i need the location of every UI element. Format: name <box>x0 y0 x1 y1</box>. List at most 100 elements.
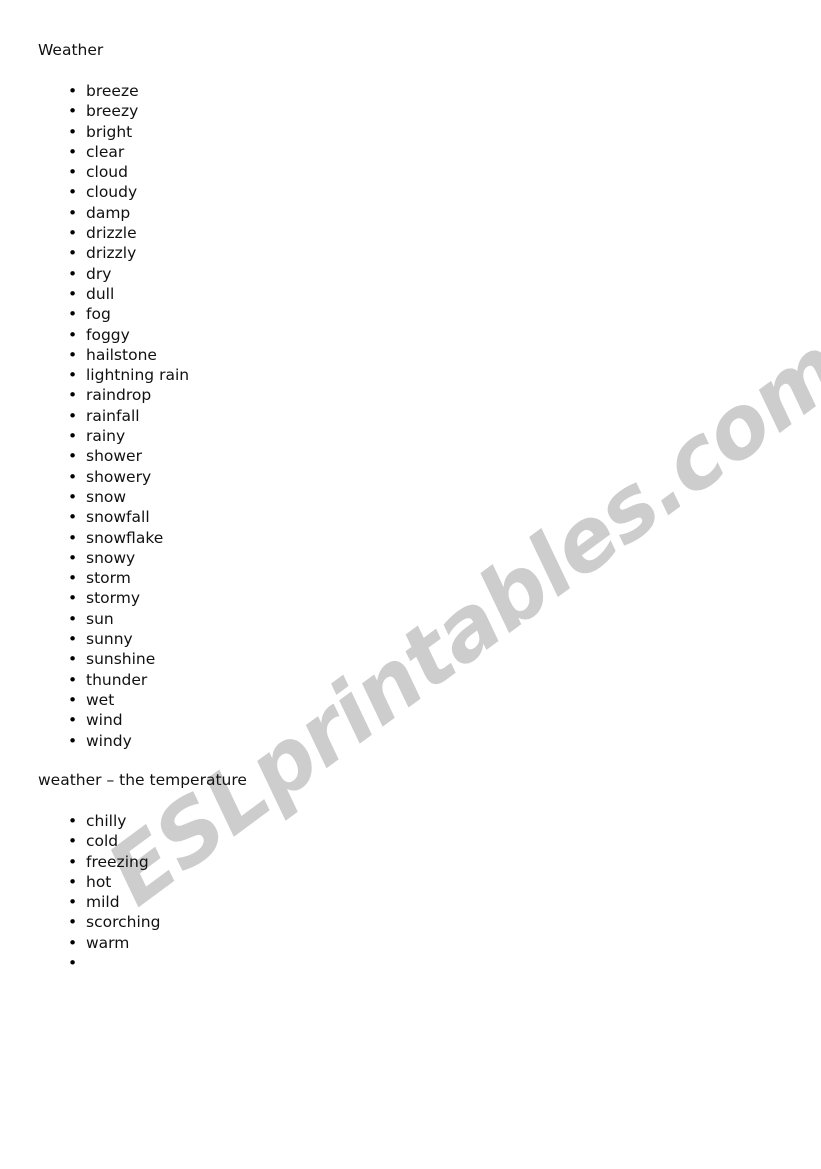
word-label: mild <box>86 893 120 912</box>
section-heading-temperature: weather – the temperature <box>38 771 247 789</box>
worksheet-page: ESLprintables.com Weather • breeze • breezy… <box>0 0 821 1169</box>
bullet-icon: • <box>68 366 78 385</box>
word-list-item: • breezy <box>0 101 189 121</box>
word-label: scorching <box>86 913 161 932</box>
bullet-icon: • <box>68 913 78 932</box>
word-label: drizzly <box>86 244 137 263</box>
word-list-item: • <box>0 953 160 973</box>
bullet-icon: • <box>68 508 78 527</box>
word-list-item: • foggy <box>0 325 189 345</box>
word-label: showery <box>86 467 152 486</box>
word-label: stormy <box>86 589 141 608</box>
word-label: breezy <box>86 102 139 121</box>
word-label: freezing <box>86 852 149 871</box>
word-list-item: • thunder <box>0 670 189 690</box>
word-list-temperature: • chilly • cold • freezing • hot • mild • scorching… <box>0 811 160 973</box>
word-label: shower <box>86 447 142 466</box>
word-list-item: • snowfall <box>0 507 189 527</box>
word-list-item: • drizzly <box>0 243 189 263</box>
bullet-icon: • <box>68 244 78 263</box>
bullet-icon: • <box>68 82 78 100</box>
word-label: snowy <box>86 548 136 567</box>
bullet-icon: • <box>68 224 78 243</box>
bullet-icon: • <box>68 345 78 364</box>
bullet-icon: • <box>68 264 78 283</box>
word-list-item: • cloudy <box>0 182 189 202</box>
word-label: hot <box>86 872 112 891</box>
bullet-icon: • <box>68 386 78 405</box>
word-label: dry <box>86 264 112 283</box>
bullet-icon: • <box>68 690 78 709</box>
word-label: damp <box>86 203 131 222</box>
bullet-icon: • <box>68 711 78 730</box>
bullet-icon: • <box>68 427 78 446</box>
word-list-item: • wet <box>0 690 189 710</box>
word-list-item: • lightning rain <box>0 365 189 385</box>
section-heading-weather: Weather <box>38 41 104 59</box>
bullet-icon: • <box>68 954 78 973</box>
bullet-icon: • <box>68 548 78 567</box>
word-list-item: • cloud <box>0 162 189 182</box>
bullet-icon: • <box>68 852 78 871</box>
word-list-item: • hot <box>0 872 160 892</box>
word-list-item: • clear <box>0 142 189 162</box>
word-label: storm <box>86 569 131 588</box>
word-label: breeze <box>86 82 139 100</box>
word-list-item: • storm <box>0 568 189 588</box>
word-list-item: • fog <box>0 304 189 324</box>
word-label: lightning rain <box>86 366 190 385</box>
bullet-icon: • <box>68 406 78 425</box>
word-list-item: • raindrop <box>0 385 189 405</box>
word-list-item: • bright <box>0 122 189 142</box>
word-list-item: • rainfall <box>0 406 189 426</box>
word-list-item: • wind <box>0 710 189 730</box>
word-label: drizzle <box>86 224 137 243</box>
bullet-icon: • <box>68 933 78 952</box>
word-label: windy <box>86 731 132 750</box>
word-list-item: • rainy <box>0 426 189 446</box>
eslprintables-watermark: ESLprintables.com <box>90 318 821 926</box>
bullet-icon: • <box>68 630 78 649</box>
bullet-icon: • <box>68 447 78 466</box>
word-label: cloud <box>86 163 128 182</box>
bullet-icon: • <box>68 102 78 121</box>
bullet-icon: • <box>68 183 78 202</box>
word-label: snowfall <box>86 508 150 527</box>
word-list-item: • snowflake <box>0 528 189 548</box>
word-label: thunder <box>86 670 148 689</box>
bullet-icon: • <box>68 203 78 222</box>
word-list-item: • warm <box>0 933 160 953</box>
word-list-item: • breeze <box>0 81 189 101</box>
word-list-weather: • breeze • breezy • bright • clear • cloud • cloudy… <box>0 81 189 751</box>
word-label: cold <box>86 832 119 851</box>
word-list-item: • damp <box>0 203 189 223</box>
word-label: foggy <box>86 325 130 344</box>
word-label: chilly <box>86 812 127 830</box>
word-list-item: • scorching <box>0 912 160 932</box>
word-list-item: • snowy <box>0 548 189 568</box>
bullet-icon: • <box>68 609 78 628</box>
word-label: sunshine <box>86 650 156 669</box>
word-label: rainy <box>86 427 126 446</box>
word-label: fog <box>86 305 111 324</box>
word-label: sun <box>86 609 114 628</box>
bullet-icon: • <box>68 650 78 669</box>
bullet-icon: • <box>68 528 78 547</box>
bullet-icon: • <box>68 467 78 486</box>
word-label: snow <box>86 487 127 506</box>
word-list-item: • stormy <box>0 588 189 608</box>
word-label: wind <box>86 711 123 730</box>
word-list-item: • sun <box>0 609 189 629</box>
bullet-icon: • <box>68 872 78 891</box>
word-list-item: • sunny <box>0 629 189 649</box>
bullet-icon: • <box>68 670 78 689</box>
word-label: warm <box>86 933 130 952</box>
word-label: clear <box>86 142 125 161</box>
bullet-icon: • <box>68 731 78 750</box>
word-label: bright <box>86 122 133 141</box>
bullet-icon: • <box>68 487 78 506</box>
word-label: sunny <box>86 630 133 649</box>
bullet-icon: • <box>68 163 78 182</box>
bullet-icon: • <box>68 832 78 851</box>
bullet-icon: • <box>68 284 78 303</box>
